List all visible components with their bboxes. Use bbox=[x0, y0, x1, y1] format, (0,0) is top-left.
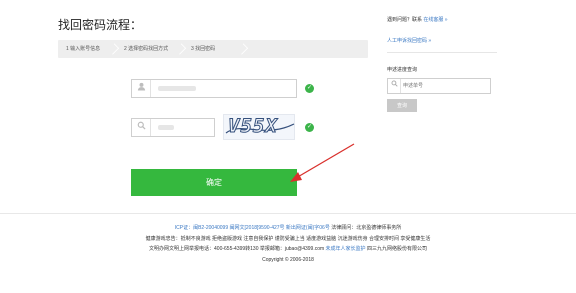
step-separator bbox=[236, 43, 249, 55]
online-service-link[interactable]: 在线客服 » bbox=[423, 17, 447, 23]
search-icon bbox=[132, 119, 151, 136]
username-field[interactable] bbox=[131, 79, 297, 98]
annotation-arrow bbox=[290, 143, 355, 182]
copyright: Copyright © 2006-2018 bbox=[262, 256, 314, 263]
license-link[interactable]: ICP证：闽B2-20040099 闽网文[2018]9590-427号 新出网… bbox=[175, 225, 330, 231]
sidebar-divider bbox=[387, 52, 497, 53]
step-2: 2 选择密码找回方式 bbox=[124, 46, 169, 52]
parental-guardian-link[interactable]: 未成年人家长监护 bbox=[326, 246, 366, 252]
footer-divider bbox=[0, 213, 576, 214]
help-prefix: 遇到问题？联系 bbox=[387, 17, 423, 23]
help-text: 遇到问题？联系 在线客服 » bbox=[387, 16, 517, 23]
confirm-button[interactable]: 确定 bbox=[131, 169, 297, 196]
step-separator bbox=[174, 43, 187, 55]
manual-appeal-link[interactable]: 人工申诉找回密码 » bbox=[387, 37, 517, 44]
report-info: 文明办网文明上网举报电话：400-655-4399转130 举报邮箱：jubao… bbox=[149, 246, 325, 252]
main-content: 找回密码流程： 1 输入账号信息 2 选择密码找回方式 3 找回密码 ✓ V55… bbox=[0, 0, 576, 212]
captcha-field[interactable] bbox=[131, 118, 215, 137]
appeal-number-input[interactable] bbox=[403, 80, 483, 92]
captcha-image[interactable]: V55X bbox=[223, 114, 295, 140]
username-value-blurred bbox=[158, 86, 196, 91]
search-icon bbox=[388, 79, 401, 93]
legal-advisor: 法律顾问：北京盈德律师事务所 bbox=[331, 225, 402, 231]
step-separator bbox=[107, 43, 120, 55]
sidebar: 遇到问题？联系 在线客服 » 人工申诉找回密码 » 申述进度查询 查询 bbox=[387, 16, 517, 112]
footer-line-2: 健康游戏忠告：抵制不良游戏 拒绝盗版游戏 注意自我保护 谨防受骗上当 适度游戏益… bbox=[145, 235, 431, 242]
check-icon: ✓ bbox=[305, 84, 314, 93]
check-icon: ✓ bbox=[305, 123, 314, 132]
query-button[interactable]: 查询 bbox=[387, 99, 417, 112]
step-1: 1 输入账号信息 bbox=[66, 46, 101, 52]
appeal-query-heading: 申述进度查询 bbox=[387, 67, 418, 73]
footer-line-1: ICP证：闽B2-20040099 闽网文[2018]9590-427号 新出网… bbox=[0, 223, 576, 234]
captcha-text: V55X bbox=[228, 115, 278, 138]
captcha-value-blurred bbox=[158, 125, 174, 130]
footer: ICP证：闽B2-20040099 闽网文[2018]9590-427号 新出网… bbox=[0, 223, 576, 265]
step-progress-bar: 1 输入账号信息 2 选择密码找回方式 3 找回密码 bbox=[58, 40, 368, 58]
page-title: 找回密码流程： bbox=[58, 18, 143, 32]
footer-line-3: 文明办网文明上网举报电话：400-655-4399转130 举报邮箱：jubao… bbox=[0, 244, 576, 255]
appeal-query-field[interactable] bbox=[387, 78, 491, 94]
user-icon bbox=[132, 80, 151, 97]
step-3: 3 找回密码 bbox=[191, 46, 216, 52]
company-name: 四三九九网络股份有限公司 bbox=[366, 246, 427, 252]
